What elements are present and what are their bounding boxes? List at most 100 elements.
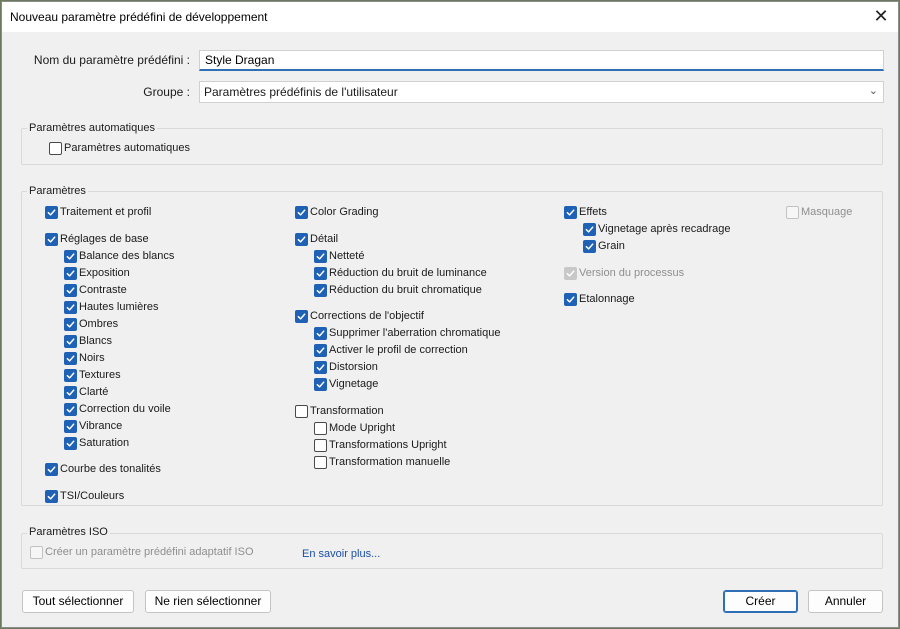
setting-checkbox-col2-5[interactable]: Corrections de l'objectif [295, 309, 424, 323]
setting-checkbox-col3-0[interactable]: Effets [564, 205, 607, 219]
checkbox-label: Masquage [801, 206, 853, 218]
checkbox-label: Vignetage [329, 378, 379, 390]
checkmark-icon [64, 436, 77, 450]
group-select[interactable]: Paramètres prédéfinis de l'utilisateur ⌄ [199, 81, 884, 103]
setting-checkbox-col2-3[interactable]: Réduction du bruit de luminance [314, 266, 487, 280]
setting-checkbox-col3-4[interactable]: Etalonnage [564, 292, 635, 306]
checkbox-label: Hautes lumières [79, 301, 159, 313]
checkbox-box [49, 141, 62, 155]
setting-checkbox-col1-4[interactable]: Contraste [64, 283, 127, 297]
checkmark-icon [64, 266, 77, 280]
iso-adaptive-checkbox[interactable]: Créer un paramètre prédéfini adaptatif I… [30, 545, 254, 559]
checkbox-label: Corrections de l'objectif [310, 310, 424, 322]
setting-checkbox-col2-1[interactable]: Détail [295, 232, 338, 246]
checkbox-label: Supprimer l'aberration chromatique [329, 327, 501, 339]
learn-more-link[interactable]: En savoir plus... [302, 548, 380, 560]
setting-checkbox-col2-11[interactable]: Mode Upright [314, 421, 395, 435]
setting-checkbox-col1-3[interactable]: Exposition [64, 266, 130, 280]
setting-checkbox-col1-0[interactable]: Traitement et profil [45, 205, 151, 219]
setting-checkbox-col1-9[interactable]: Textures [64, 368, 121, 382]
setting-checkbox-col1-13[interactable]: Saturation [64, 436, 129, 450]
checkmark-icon [45, 462, 58, 476]
setting-checkbox-col1-1[interactable]: Réglages de base [45, 232, 149, 246]
setting-checkbox-col1-12[interactable]: Vibrance [64, 419, 122, 433]
auto-settings-checkbox[interactable]: Paramètres automatiques [49, 141, 190, 155]
checkmark-icon [583, 239, 596, 253]
setting-checkbox-col3-1[interactable]: Vignetage après recadrage [583, 222, 731, 236]
preset-name-input[interactable] [199, 50, 884, 71]
checkmark-icon [314, 343, 327, 357]
checkbox-label: Transformations Upright [329, 439, 447, 451]
checkbox-label: Créer un paramètre prédéfini adaptatif I… [45, 546, 254, 558]
checkmark-icon [583, 222, 596, 236]
checkmark-icon [45, 205, 58, 219]
group-label: Groupe : [143, 85, 190, 99]
checkbox-label: Courbe des tonalités [60, 463, 161, 475]
dialog-title: Nouveau paramètre prédéfini de développe… [10, 10, 268, 24]
setting-checkbox-col2-10[interactable]: Transformation [295, 404, 384, 418]
checkmark-icon [64, 419, 77, 433]
checkmark-icon [64, 334, 77, 348]
setting-checkbox-col2-2[interactable]: Netteté [314, 249, 364, 263]
select-all-button[interactable]: Tout sélectionner [22, 590, 134, 613]
checkbox-label: Détail [310, 233, 339, 245]
checkbox-label: Réglages de base [60, 233, 149, 245]
setting-checkbox-col2-0[interactable]: Color Grading [295, 205, 378, 219]
checkmark-icon [564, 266, 577, 280]
checkbox-label: Blancs [79, 335, 113, 347]
checkbox-label: Distorsion [329, 361, 378, 373]
setting-checkbox-col2-12[interactable]: Transformations Upright [314, 438, 447, 452]
checkmark-icon [295, 232, 308, 246]
checkmark-icon [314, 249, 327, 263]
checkmark-icon [45, 489, 58, 503]
close-icon[interactable]: ✕ [864, 2, 898, 32]
setting-checkbox-col1-11[interactable]: Correction du voile [64, 402, 171, 416]
chevron-down-icon: ⌄ [868, 85, 878, 97]
checkbox-label: Textures [79, 369, 121, 381]
select-none-button[interactable]: Ne rien sélectionner [145, 590, 271, 613]
setting-checkbox-col1-2[interactable]: Balance des blancs [64, 249, 174, 263]
setting-checkbox-col2-6[interactable]: Supprimer l'aberration chromatique [314, 326, 500, 340]
checkbox-label: Clarté [79, 386, 109, 398]
checkbox-label: Contraste [79, 284, 127, 296]
checkbox-label: Etalonnage [579, 293, 635, 305]
setting-checkbox-col1-5[interactable]: Hautes lumières [64, 300, 158, 314]
checkbox-label: Transformation manuelle [329, 456, 451, 468]
checkbox-label: Exposition [79, 267, 130, 279]
setting-checkbox-col2-7[interactable]: Activer le profil de correction [314, 343, 468, 357]
checkbox-label: Traitement et profil [60, 206, 152, 218]
checkbox-box [314, 438, 327, 452]
checkbox-label: Color Grading [310, 206, 379, 218]
checkbox-label: Vibrance [79, 420, 123, 432]
checkbox-box [314, 421, 327, 435]
setting-checkbox-col2-8[interactable]: Distorsion [314, 360, 378, 374]
setting-checkbox-col2-9[interactable]: Vignetage [314, 377, 378, 391]
checkbox-box [786, 205, 799, 219]
setting-checkbox-col1-8[interactable]: Noirs [64, 351, 105, 365]
checkbox-label: Activer le profil de correction [329, 344, 468, 356]
checkmark-icon [64, 351, 77, 365]
setting-checkbox-col1-6[interactable]: Ombres [64, 317, 118, 331]
checkmark-icon [314, 266, 327, 280]
setting-checkbox-col1-14[interactable]: Courbe des tonalités [45, 462, 161, 476]
checkbox-label: Saturation [79, 437, 130, 449]
setting-checkbox-col1-15[interactable]: TSI/Couleurs [45, 489, 124, 503]
checkbox-label: Vignetage après recadrage [598, 223, 731, 235]
setting-checkbox-col3-2[interactable]: Grain [583, 239, 625, 253]
new-develop-preset-dialog: Nouveau paramètre prédéfini de développe… [1, 1, 899, 628]
checkbox-label: TSI/Couleurs [60, 490, 125, 502]
setting-checkbox-col1-7[interactable]: Blancs [64, 334, 112, 348]
setting-checkbox-col1-10[interactable]: Clarté [64, 385, 108, 399]
create-button[interactable]: Créer [723, 590, 798, 613]
setting-checkbox-col3-3: Version du processus [564, 266, 684, 280]
checkmark-icon [64, 402, 77, 416]
checkbox-label: Paramètres automatiques [64, 142, 190, 154]
checkmark-icon [64, 385, 77, 399]
title-bar: Nouveau paramètre prédéfini de développe… [2, 2, 898, 32]
checkmark-icon [295, 205, 308, 219]
cancel-button[interactable]: Annuler [808, 590, 883, 613]
checkmark-icon [564, 292, 577, 306]
settings-title: Paramètres [27, 185, 88, 197]
setting-checkbox-col2-4[interactable]: Réduction du bruit chromatique [314, 283, 482, 297]
setting-checkbox-col2-13[interactable]: Transformation manuelle [314, 455, 450, 469]
